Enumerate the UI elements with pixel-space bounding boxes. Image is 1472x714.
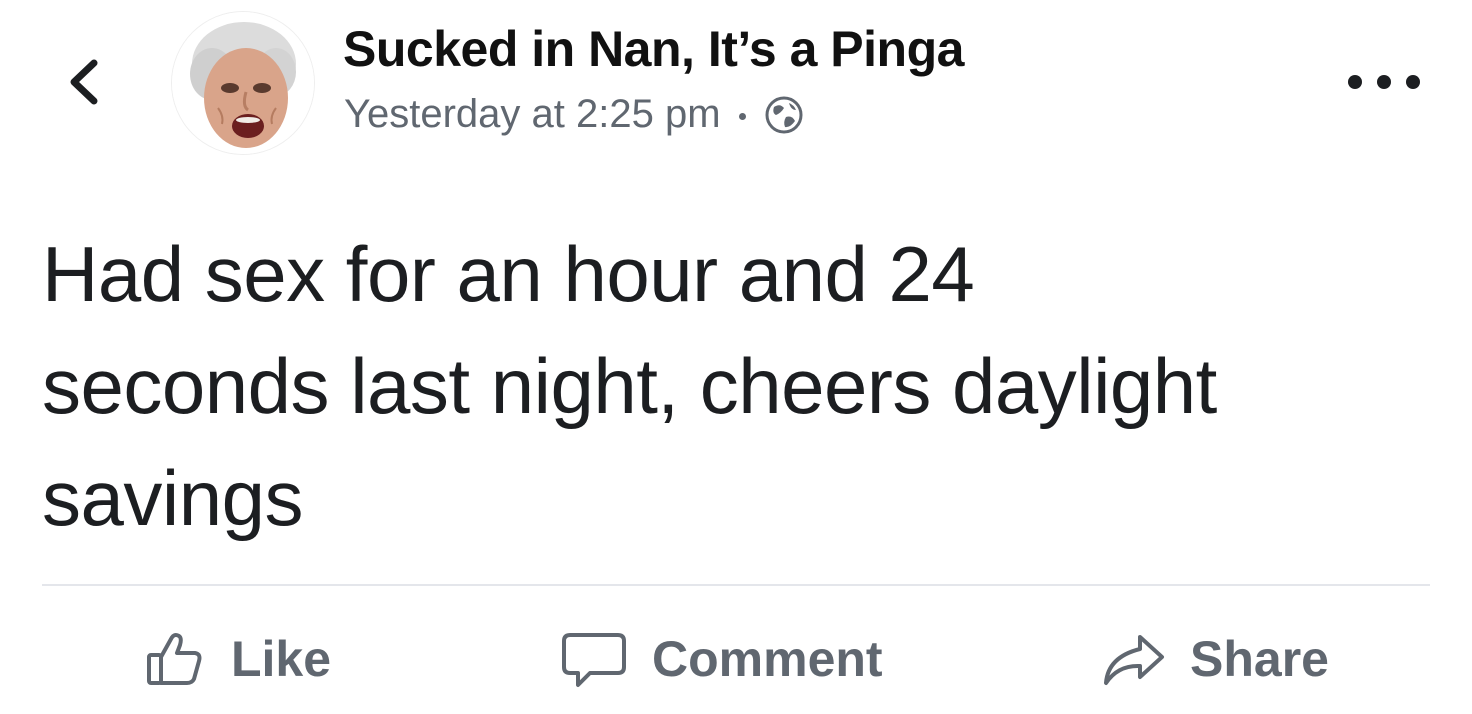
post-text: Had sex for an hour and 24 seconds last … <box>42 230 1217 542</box>
more-options-icon-dot <box>1406 75 1420 89</box>
share-label: Share <box>1190 631 1329 687</box>
comment-button[interactable]: Comment <box>560 622 883 696</box>
like-label: Like <box>231 631 332 687</box>
thumbs-up-icon <box>143 627 207 691</box>
share-arrow-icon <box>1100 627 1166 691</box>
separator-dot <box>738 113 746 120</box>
share-button[interactable]: Share <box>1100 622 1329 696</box>
chevron-left-icon <box>70 59 98 105</box>
more-options-icon-dot <box>1377 75 1391 89</box>
divider <box>42 584 1430 586</box>
comment-label: Comment <box>652 631 883 687</box>
like-button[interactable]: Like <box>143 622 331 696</box>
author-name[interactable]: Sucked in Nan, It’s a Pinga <box>343 20 964 78</box>
post-meta: Yesterday at 2:25 pm <box>344 92 804 137</box>
timestamp[interactable]: Yesterday at 2:25 pm <box>344 92 721 137</box>
more-options-icon-dot <box>1348 75 1362 89</box>
avatar[interactable] <box>172 12 314 154</box>
back-button[interactable] <box>52 52 112 112</box>
more-options-button[interactable] <box>1348 62 1420 102</box>
comment-bubble-icon <box>560 627 628 691</box>
avatar-image <box>172 12 314 154</box>
globe-icon <box>765 96 803 133</box>
